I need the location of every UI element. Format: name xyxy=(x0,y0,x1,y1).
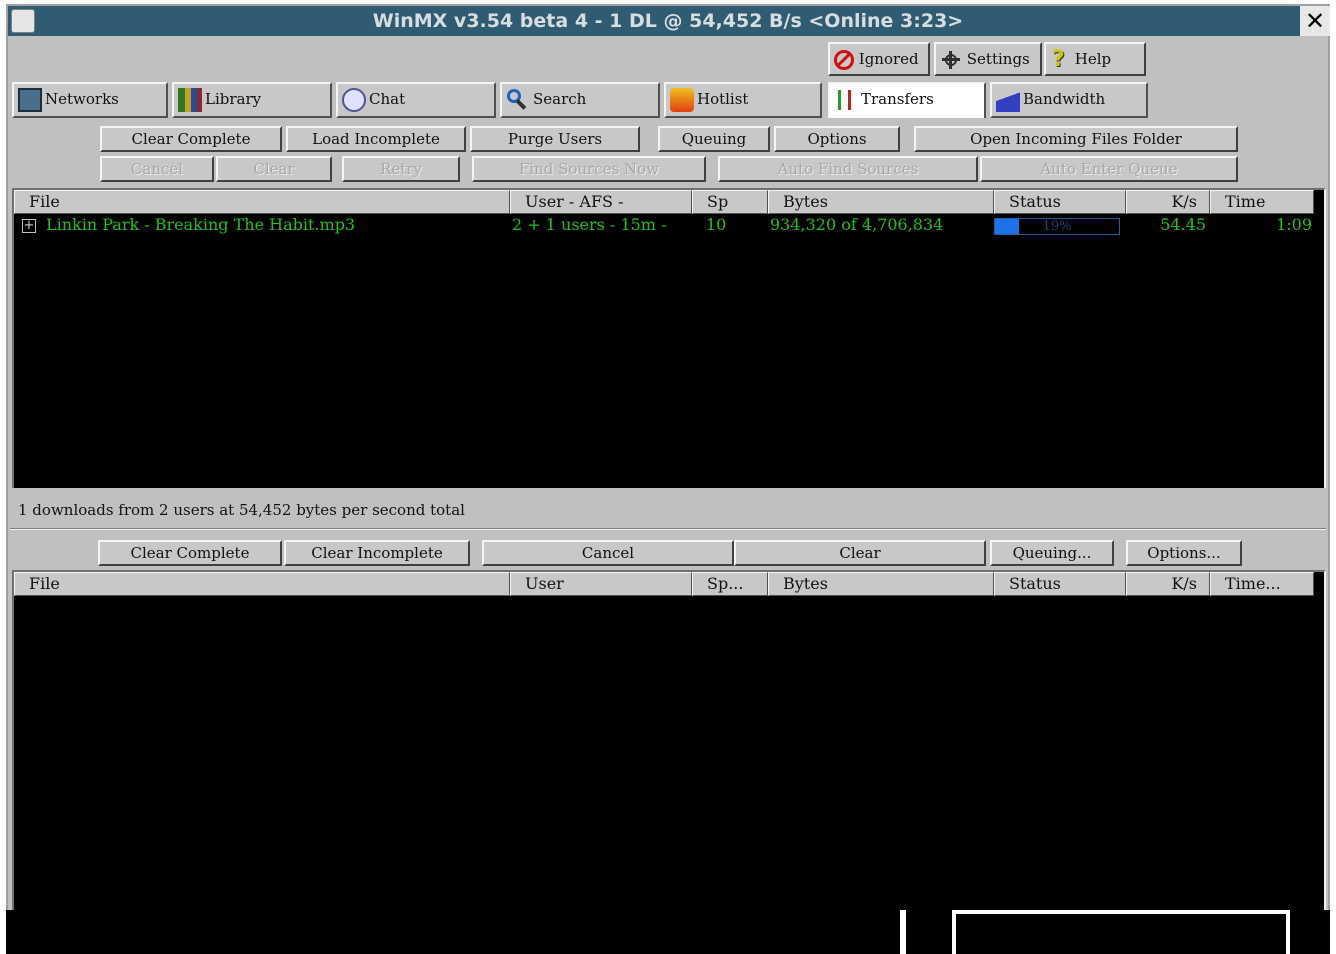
tab-hotlist[interactable]: Hotlist xyxy=(664,82,822,118)
close-button[interactable]: ✕ xyxy=(1300,6,1330,36)
tab-hotlist-label: Hotlist xyxy=(697,90,749,108)
tab-library[interactable]: Library xyxy=(172,82,332,118)
open-incoming-folder-button[interactable]: Open Incoming Files Folder xyxy=(914,126,1238,152)
queuing-button[interactable]: Queuing xyxy=(658,126,770,152)
hotlist-icon xyxy=(670,88,694,112)
upload-queuing-button[interactable]: Queuing... xyxy=(990,540,1114,566)
expand-icon[interactable]: + xyxy=(22,219,36,233)
clear-complete-button[interactable]: Clear Complete xyxy=(100,126,282,152)
col-time[interactable]: Time xyxy=(1210,190,1314,214)
progress-bar: 19% xyxy=(994,218,1120,235)
tab-library-label: Library xyxy=(205,90,262,108)
retry-button[interactable]: Retry xyxy=(342,156,460,182)
settings-label: Settings xyxy=(966,50,1030,68)
tab-search[interactable]: Search xyxy=(500,82,660,118)
ignored-button[interactable]: Ignored xyxy=(828,42,930,76)
row-bytes: 934,320 of 4,706,834 xyxy=(770,215,944,234)
auto-enter-queue-button[interactable]: Auto Enter Queue xyxy=(980,156,1238,182)
uploads-list[interactable] xyxy=(12,570,1326,910)
load-incomplete-button[interactable]: Load Incomplete xyxy=(286,126,466,152)
row-user: 2 + 1 users - 15m - xyxy=(512,215,667,234)
help-icon: ? xyxy=(1052,47,1065,72)
table-row[interactable]: + Linkin Park - Breaking The Habit.mp3 2… xyxy=(14,214,1324,238)
col-ks[interactable]: K/s xyxy=(1126,190,1210,214)
chat-icon xyxy=(342,88,366,112)
tab-transfers[interactable]: Transfers xyxy=(828,82,986,118)
tab-networks-label: Networks xyxy=(45,90,119,108)
help-label: Help xyxy=(1074,50,1112,68)
auto-find-sources-button[interactable]: Auto Find Sources xyxy=(718,156,978,182)
search-icon xyxy=(506,88,530,112)
networks-icon xyxy=(18,88,42,112)
settings-button[interactable]: Settings xyxy=(934,42,1042,76)
upload-clear-incomplete-button[interactable]: Clear Incomplete xyxy=(284,540,470,566)
upload-options-button[interactable]: Options... xyxy=(1126,540,1242,566)
upload-col-file[interactable]: File xyxy=(14,572,510,596)
col-status[interactable]: Status xyxy=(994,190,1126,214)
col-file[interactable]: File xyxy=(14,190,510,214)
row-file: Linkin Park - Breaking The Habit.mp3 xyxy=(46,215,356,234)
transfers-icon xyxy=(834,88,858,112)
panel-divider[interactable] xyxy=(10,528,1326,530)
upload-clear-button[interactable]: Clear xyxy=(734,540,986,566)
col-sp[interactable]: Sp xyxy=(692,190,768,214)
upload-cancel-button[interactable]: Cancel xyxy=(482,540,734,566)
taskbar-divider xyxy=(900,910,906,954)
upload-col-ks[interactable]: K/s xyxy=(1126,572,1210,596)
find-sources-now-button[interactable]: Find Sources Now xyxy=(472,156,706,182)
upload-clear-complete-button[interactable]: Clear Complete xyxy=(98,540,282,566)
tab-search-label: Search xyxy=(533,90,587,108)
upload-col-bytes[interactable]: Bytes xyxy=(768,572,994,596)
upload-col-time[interactable]: Time... xyxy=(1210,572,1314,596)
row-time: 1:09 xyxy=(1276,215,1312,234)
download-summary: 1 downloads from 2 users at 54,452 bytes… xyxy=(18,501,465,519)
system-menu-icon[interactable] xyxy=(11,9,35,33)
settings-icon xyxy=(940,49,962,71)
row-ks: 54.45 xyxy=(1160,215,1206,234)
upload-col-sp[interactable]: Sp... xyxy=(692,572,768,596)
cancel-button[interactable]: Cancel xyxy=(100,156,214,182)
upload-col-status[interactable]: Status xyxy=(994,572,1126,596)
row-sp: 10 xyxy=(706,215,727,234)
library-icon xyxy=(178,88,202,112)
tab-bandwidth[interactable]: Bandwidth xyxy=(990,82,1148,118)
tab-chat-label: Chat xyxy=(369,90,406,108)
col-bytes[interactable]: Bytes xyxy=(768,190,994,214)
tab-chat[interactable]: Chat xyxy=(336,82,496,118)
upload-col-user[interactable]: User xyxy=(510,572,692,596)
taskbar-window-button[interactable] xyxy=(952,910,1290,954)
clear-button[interactable]: Clear xyxy=(216,156,332,182)
tab-bandwidth-label: Bandwidth xyxy=(1023,90,1106,108)
ignored-icon xyxy=(834,50,854,70)
tab-transfers-label: Transfers xyxy=(861,90,934,108)
options-button[interactable]: Options xyxy=(774,126,900,152)
ignored-label: Ignored xyxy=(858,50,919,68)
bandwidth-icon xyxy=(996,88,1020,112)
progress-text: 19% xyxy=(1042,219,1072,234)
title-bar[interactable]: WinMX v3.54 beta 4 - 1 DL @ 54,452 B/s <… xyxy=(8,6,1328,36)
help-button[interactable]: ? Help xyxy=(1044,42,1146,76)
col-user[interactable]: User - AFS - xyxy=(510,190,692,214)
purge-users-button[interactable]: Purge Users xyxy=(470,126,640,152)
tab-networks[interactable]: Networks xyxy=(12,82,168,118)
